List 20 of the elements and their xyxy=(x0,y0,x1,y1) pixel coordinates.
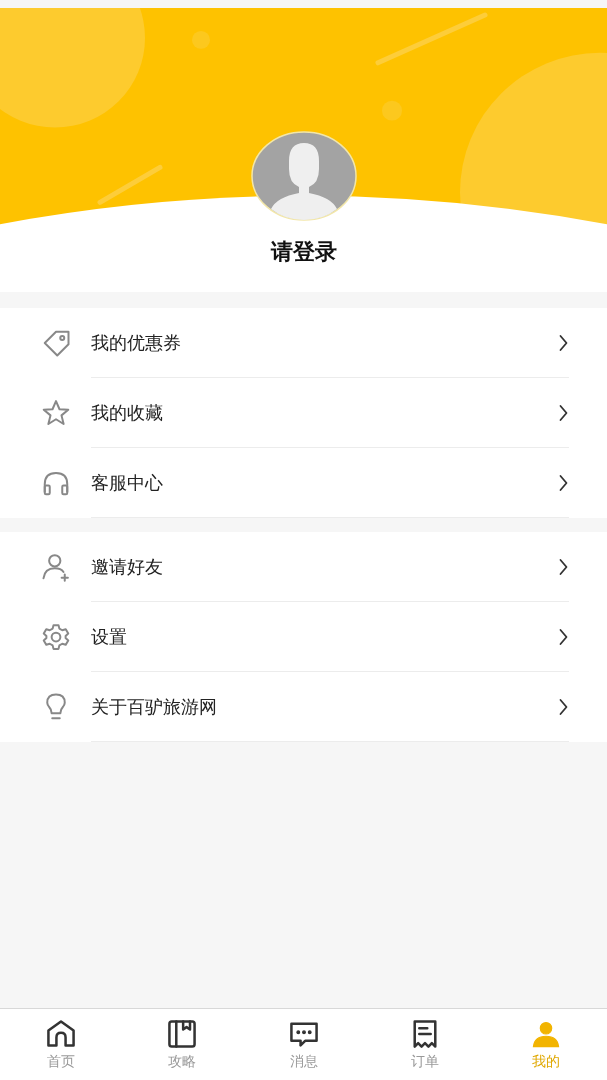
chevron-right-icon xyxy=(558,627,569,646)
chevron-right-icon xyxy=(558,697,569,716)
menu-item[interactable]: 客服中心 xyxy=(0,448,607,518)
menu-item[interactable]: 关于百驴旅游网 xyxy=(0,672,607,742)
login-prompt[interactable]: 请登录 xyxy=(270,237,337,267)
chevron-right-icon xyxy=(558,403,569,422)
menu-item[interactable]: 我的优惠券 xyxy=(0,308,607,378)
add-user-icon xyxy=(41,552,71,582)
menu-item[interactable]: 邀请好友 xyxy=(0,532,607,602)
chevron-right-icon xyxy=(558,473,569,492)
settings-icon xyxy=(41,622,71,652)
star-icon xyxy=(41,398,71,428)
tag-icon xyxy=(41,328,71,358)
chevron-right-icon xyxy=(558,557,569,576)
menu-item[interactable]: 我的收藏 xyxy=(0,378,607,448)
avatar[interactable] xyxy=(250,131,357,221)
chevron-right-icon xyxy=(558,333,569,352)
menu-item[interactable]: 设置 xyxy=(0,602,607,672)
home-icon xyxy=(44,1018,77,1050)
book-icon xyxy=(166,1018,199,1050)
